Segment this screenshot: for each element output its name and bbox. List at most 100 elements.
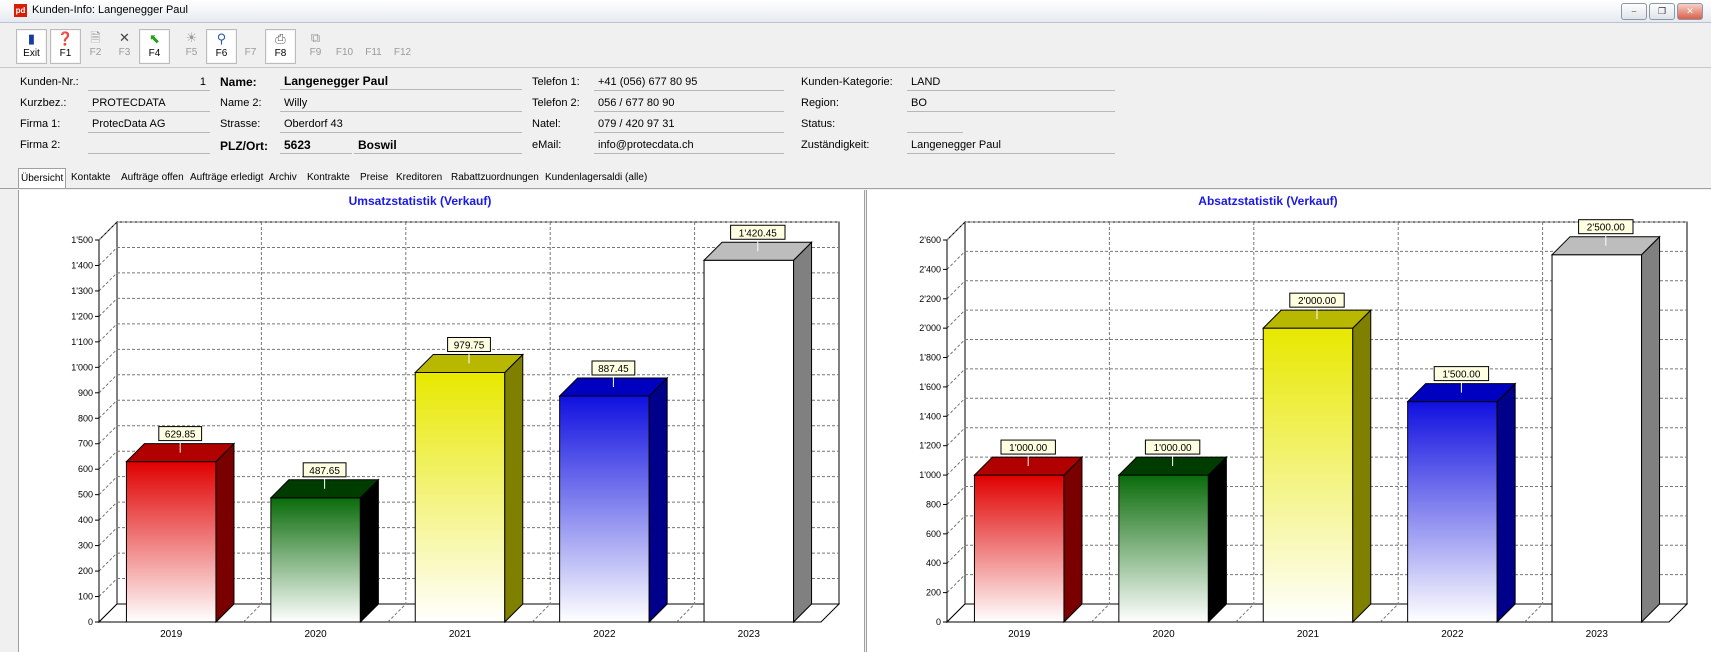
f12-button[interactable]: F12: [388, 29, 417, 62]
data-label: 1'500.00: [1442, 370, 1480, 381]
data-label: 1'000.00: [1009, 443, 1047, 454]
strasse-field[interactable]: Oberdorf 43: [280, 116, 522, 133]
data-label: 2'500.00: [1587, 223, 1625, 234]
bar: [270, 497, 361, 623]
natel-field[interactable]: 079 / 420 97 31: [594, 116, 784, 133]
blank-icon: [236, 29, 265, 47]
name2-field[interactable]: Willy: [280, 95, 522, 112]
kategorie-field[interactable]: LAND: [907, 74, 1115, 91]
close-button[interactable]: ✕: [1677, 3, 1703, 20]
y-tick-label: 600: [926, 529, 941, 539]
y-tick-label: 0: [88, 617, 93, 627]
f2-button[interactable]: 🗎 F2: [81, 29, 110, 62]
region-field[interactable]: BO: [907, 95, 1115, 112]
f11-button[interactable]: F11: [359, 29, 388, 62]
f7-label: F7: [244, 47, 257, 58]
kundennr-field[interactable]: 1: [88, 74, 210, 91]
y-tick-label: 300: [78, 541, 93, 551]
y-tick-label: 2'600: [919, 235, 941, 245]
x-tick-label: 2019: [160, 629, 183, 640]
kategorie-label: Kunden-Kategorie:: [801, 76, 893, 88]
y-tick-label: 2'200: [919, 294, 941, 304]
f3-delete-button[interactable]: ✕ F3: [110, 29, 139, 62]
f11-label: F11: [365, 47, 382, 58]
tab-auftraege-erledigt[interactable]: Aufträge erledigt: [188, 170, 265, 186]
title-bar: pd Kunden-Info: Langenegger Paul ⎯ ❐ ✕: [0, 0, 1711, 23]
f4-button[interactable]: ⬉ F4: [139, 29, 170, 64]
name-label: Name:: [220, 75, 257, 89]
f12-label: F12: [393, 47, 412, 58]
telefon1-field[interactable]: +41 (056) 677 80 95: [594, 74, 784, 91]
y-tick-label: 1'400: [71, 260, 93, 270]
f9-button[interactable]: ⧉ F9: [301, 29, 330, 62]
status-field[interactable]: [907, 116, 963, 133]
blank-icon: [359, 29, 388, 47]
kurzbez-label: Kurzbez.:: [20, 97, 67, 109]
bar-side: [504, 353, 524, 624]
f6-search-button[interactable]: ⚲ F6: [206, 29, 237, 64]
f8-label: F8: [274, 48, 287, 59]
firma1-field[interactable]: ProtecData AG: [88, 116, 210, 133]
x-tick-label: 2020: [304, 629, 327, 640]
umsatz-chart-panel: Umsatzstatistik (Verkauf) 0 100 200 300 400 50…: [18, 190, 865, 652]
y-tick-label: 0: [936, 617, 941, 627]
telefon2-field[interactable]: 056 / 677 80 90: [594, 95, 784, 112]
plot-left-wall: [946, 220, 966, 624]
f5-button[interactable]: ☀ F5: [177, 29, 206, 62]
f1-help-button[interactable]: ❓ F1: [50, 29, 81, 64]
window-controls: ⎯ ❐ ✕: [1621, 3, 1703, 20]
bar-side: [1063, 455, 1083, 624]
y-tick-label: 1'200: [919, 441, 941, 451]
bar: [414, 371, 506, 623]
y-tick-label: 200: [926, 588, 941, 598]
bar-side: [1496, 382, 1516, 624]
tab-auftraege-offen[interactable]: Aufträge offen: [119, 170, 186, 186]
tab-archiv[interactable]: Archiv: [267, 170, 299, 186]
tab-kontakte[interactable]: Kontakte: [69, 170, 112, 186]
tab-kreditoren[interactable]: Kreditoren: [394, 170, 444, 186]
y-tick-label: 200: [78, 566, 93, 576]
f8-print-button[interactable]: ⎙ F8: [265, 29, 296, 64]
y-tick-label: 1'200: [71, 311, 93, 321]
y-tick-label: 1'300: [71, 286, 93, 296]
firma2-field[interactable]: [88, 137, 210, 154]
ort-field[interactable]: Boswil: [354, 137, 522, 154]
x-tick-label: 2023: [1586, 629, 1609, 640]
tab-uebersicht[interactable]: Übersicht: [18, 168, 67, 188]
tab-kontrakte[interactable]: Kontrakte: [305, 170, 352, 186]
toolbar: ▮ Exit ❓ F1 🗎 F2 ✕ F3 ⬉ F4 ☀ F5 ⚲ F6 F7 …: [0, 23, 1711, 68]
f10-button[interactable]: F10: [330, 29, 359, 62]
y-tick-label: 800: [926, 499, 941, 509]
data-label: 487.65: [309, 466, 340, 477]
minimize-button[interactable]: ⎯: [1621, 3, 1647, 20]
x-tick-label: 2021: [1297, 629, 1320, 640]
f7-button[interactable]: F7: [236, 29, 265, 62]
bar: [1262, 327, 1354, 623]
x-tick-label: 2019: [1008, 629, 1031, 640]
exit-button[interactable]: ▮ Exit: [16, 29, 47, 64]
green-arrow-icon: ⬉: [149, 31, 160, 46]
y-tick-label: 700: [78, 439, 93, 449]
tab-kundenlagersaldi[interactable]: Kundenlagersaldi (alle): [543, 170, 649, 186]
y-tick-label: 500: [78, 490, 93, 500]
plz-field[interactable]: 5623: [280, 137, 352, 154]
bar-side: [1641, 235, 1661, 624]
bar-side: [1352, 308, 1372, 624]
y-tick-label: 2'000: [919, 323, 941, 333]
status-label: Status:: [801, 118, 836, 130]
kurzbez-field[interactable]: PROTECDATA: [88, 95, 210, 112]
zustaendig-field[interactable]: Langenegger Paul: [907, 137, 1115, 154]
x-tick-label: 2022: [593, 629, 616, 640]
restore-button[interactable]: ❐: [1649, 3, 1675, 20]
tab-rabattzuordnungen[interactable]: Rabattzuordnungen: [449, 170, 541, 186]
tab-preise[interactable]: Preise: [358, 170, 390, 186]
bar: [703, 259, 795, 623]
search-icon: ⚲: [216, 31, 227, 46]
name-field[interactable]: Langenegger Paul: [280, 73, 522, 90]
print-icon: ⎙: [275, 31, 286, 46]
help-icon: ❓: [57, 31, 74, 46]
y-tick-label: 100: [78, 592, 93, 602]
email-field[interactable]: info@protecdata.ch: [594, 137, 784, 154]
window-title: Kunden-Info: Langenegger Paul: [32, 4, 188, 16]
bar-side: [1207, 455, 1227, 624]
